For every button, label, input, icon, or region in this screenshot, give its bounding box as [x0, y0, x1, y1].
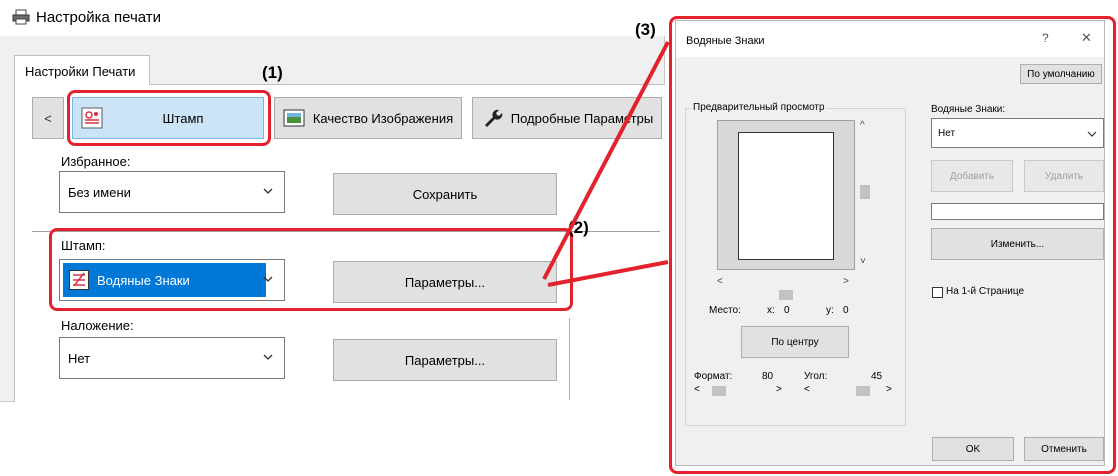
image-quality-icon: [283, 109, 305, 127]
nav-detailed-params-button[interactable]: Подробные Параметры: [472, 97, 662, 139]
save-button[interactable]: Сохранить: [333, 173, 557, 215]
nav-prev-button[interactable]: <: [32, 97, 64, 139]
overlay-label: Наложение:: [61, 318, 134, 333]
overlay-params-button[interactable]: Параметры...: [333, 339, 557, 381]
panel-divider: [569, 318, 570, 400]
tab-print-settings[interactable]: Настройки Печати: [14, 55, 150, 85]
printer-icon: [12, 9, 30, 25]
window-title: Настройка печати: [36, 9, 162, 26]
save-button-label: Сохранить: [412, 186, 478, 202]
nav-image-quality-button[interactable]: Качество Изображения: [274, 97, 462, 139]
nav-prev-label: <: [44, 110, 52, 126]
callout-3-label: (3): [635, 20, 656, 39]
chevron-down-icon: [263, 354, 273, 360]
callout-2-label: (2): [568, 218, 589, 237]
overlay-value: Нет: [68, 350, 91, 366]
callout-1-highlight: [67, 90, 271, 146]
nav-image-quality-label: Качество Изображения: [312, 110, 454, 126]
callout-3-highlight: [669, 16, 1116, 474]
favorites-value: Без имени: [68, 184, 131, 200]
callout-1-label: (1): [262, 63, 283, 82]
chevron-down-icon: [263, 188, 273, 194]
overlay-params-label: Параметры...: [404, 352, 486, 368]
wrench-icon: [485, 109, 503, 127]
favorites-select[interactable]: Без имени: [59, 171, 285, 213]
nav-detailed-params-label: Подробные Параметры: [510, 110, 654, 126]
callout-2-highlight: [49, 228, 573, 311]
favorites-label: Избранное:: [61, 154, 131, 169]
overlay-select[interactable]: Нет: [59, 337, 285, 379]
